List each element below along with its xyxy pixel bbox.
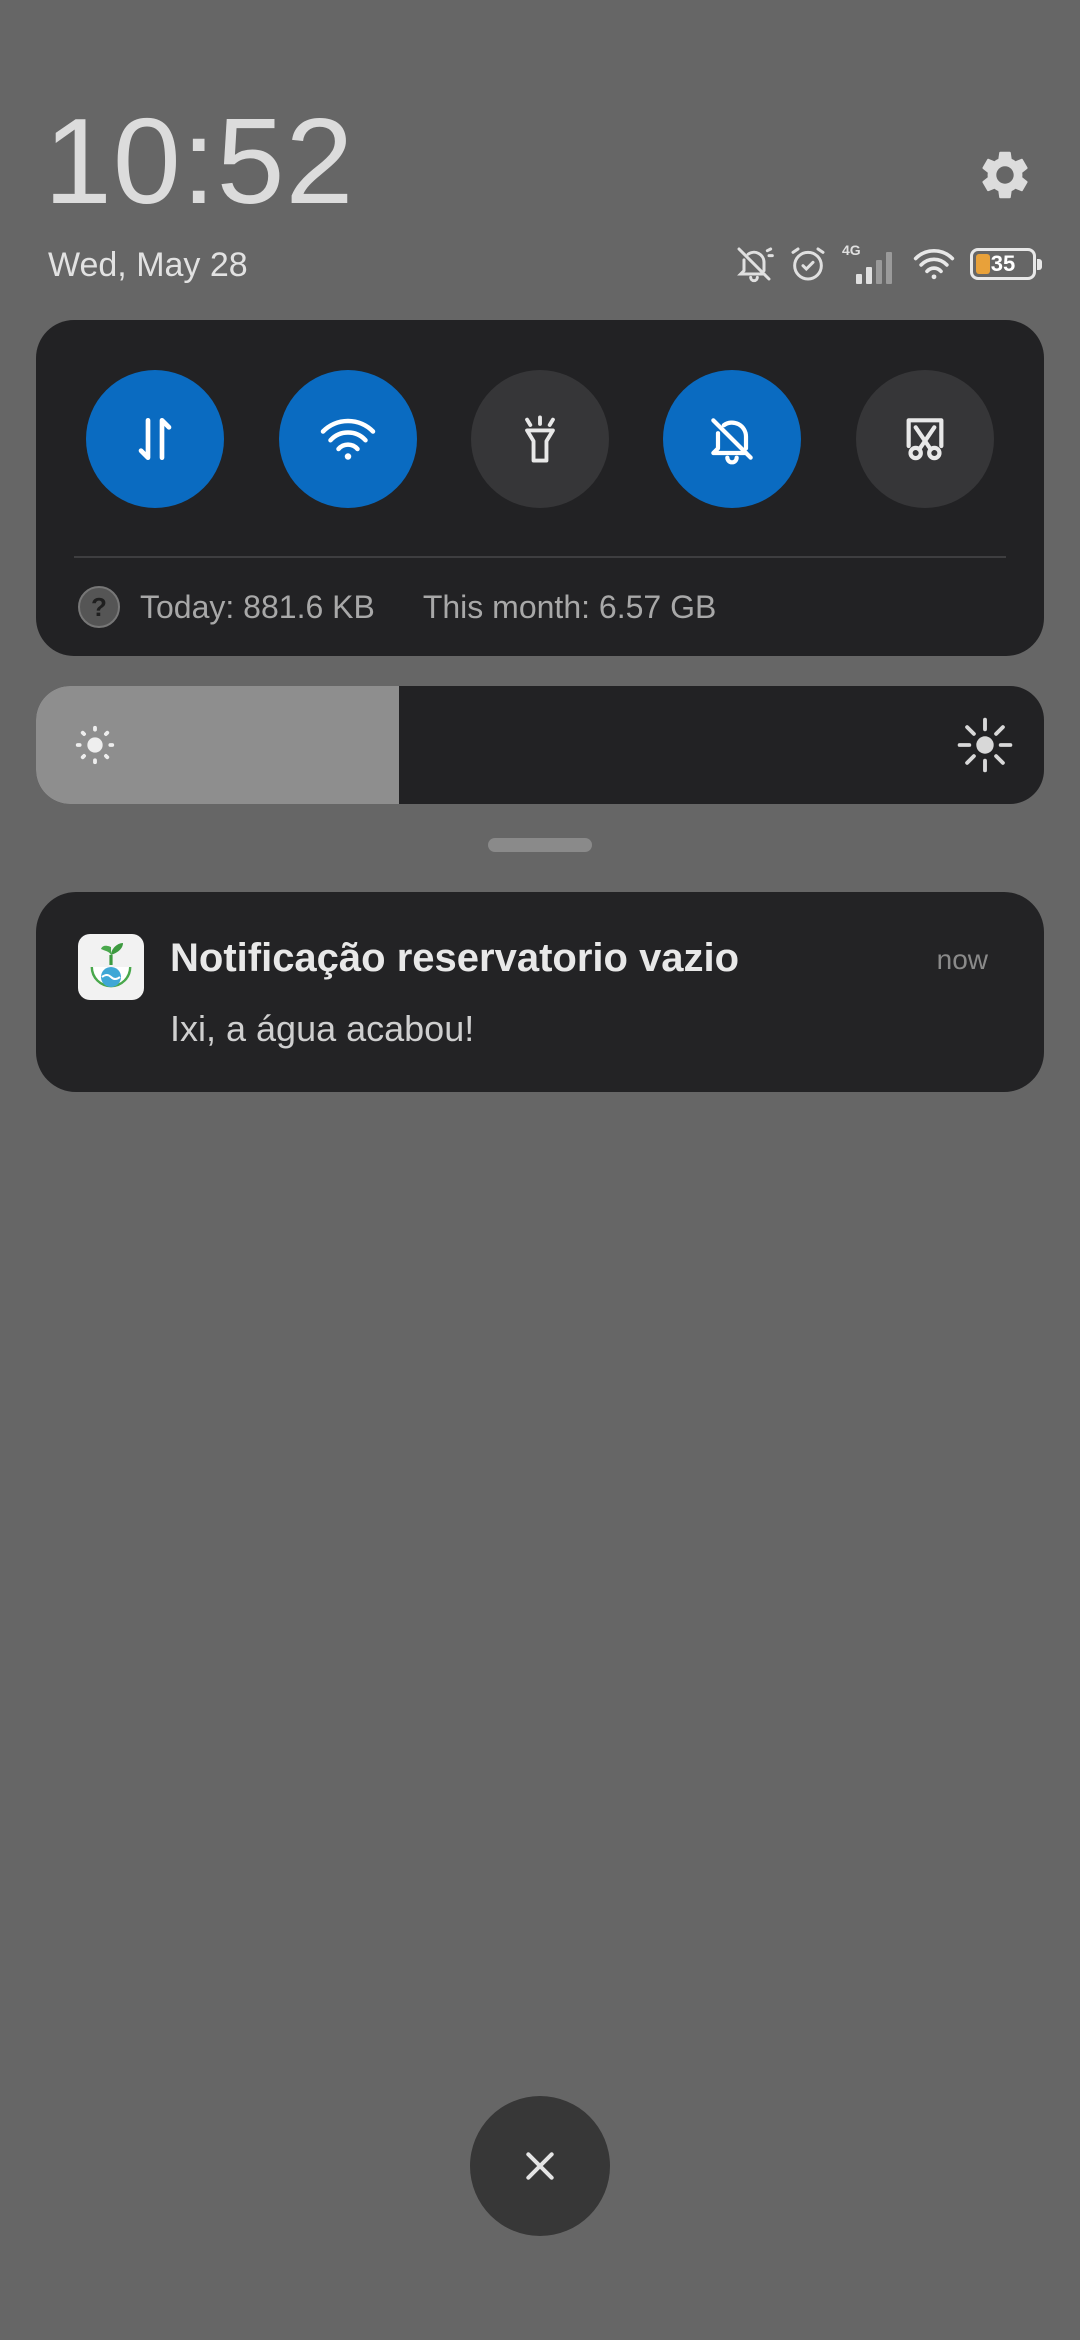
app-icon bbox=[78, 934, 144, 1000]
divider bbox=[74, 556, 1006, 558]
wifi-icon bbox=[320, 418, 376, 460]
battery-level-fill bbox=[976, 254, 990, 274]
date[interactable]: Wed, May 28 bbox=[48, 246, 248, 285]
wifi-icon bbox=[913, 248, 955, 280]
flashlight-icon bbox=[525, 415, 555, 463]
cellular-4g-icon: 4G bbox=[842, 242, 898, 284]
sprout-drop-icon bbox=[90, 943, 132, 988]
data-usage-month: This month: 6.57 GB bbox=[422, 588, 717, 625]
notification-time: now bbox=[936, 944, 988, 975]
toggle-mobile-data[interactable] bbox=[86, 370, 224, 508]
toggle-wifi[interactable] bbox=[279, 370, 417, 508]
clock: 10:52 bbox=[44, 93, 355, 229]
data-usage[interactable]: ? Today: 881.6 KB This month: 6.57 GB bbox=[78, 586, 716, 628]
gear-icon bbox=[982, 151, 1028, 199]
battery-level: 35 bbox=[990, 251, 1016, 276]
scissors-screenshot-icon bbox=[906, 418, 944, 461]
brightness-low-icon bbox=[75, 725, 115, 765]
notifications-off-icon bbox=[737, 247, 774, 283]
status-bar-icons: 4G 35 bbox=[734, 240, 1042, 288]
bell-off-icon bbox=[711, 418, 753, 465]
drag-handle[interactable] bbox=[488, 838, 592, 852]
settings-button[interactable] bbox=[976, 146, 1034, 204]
toggle-screenshot[interactable] bbox=[856, 370, 994, 508]
alarm-icon bbox=[791, 247, 825, 281]
data-usage-today: Today: 881.6 KB bbox=[140, 588, 375, 625]
data-transfer-icon bbox=[138, 418, 172, 460]
close-icon bbox=[526, 2152, 554, 2180]
notification-card[interactable]: Notificação reservatorio vazio now Ixi, … bbox=[36, 892, 1044, 1092]
notification-body: Ixi, a água acabou! bbox=[170, 1008, 475, 1049]
notification-title: Notificação reservatorio vazio bbox=[170, 936, 740, 980]
brightness-high-icon bbox=[957, 717, 1013, 773]
help-icon[interactable]: ? bbox=[78, 586, 120, 628]
quick-settings-panel: ? Today: 881.6 KB This month: 6.57 GB bbox=[36, 320, 1044, 656]
toggle-flashlight[interactable] bbox=[471, 370, 609, 508]
clear-notifications-button[interactable] bbox=[470, 2096, 610, 2236]
battery-icon: 35 bbox=[970, 248, 1042, 280]
brightness-slider[interactable] bbox=[36, 686, 1044, 804]
notification-shade: 10:52 Wed, May 28 4G 35 ? Today: 881.6 K… bbox=[0, 0, 1080, 2340]
toggle-silent[interactable] bbox=[663, 370, 801, 508]
